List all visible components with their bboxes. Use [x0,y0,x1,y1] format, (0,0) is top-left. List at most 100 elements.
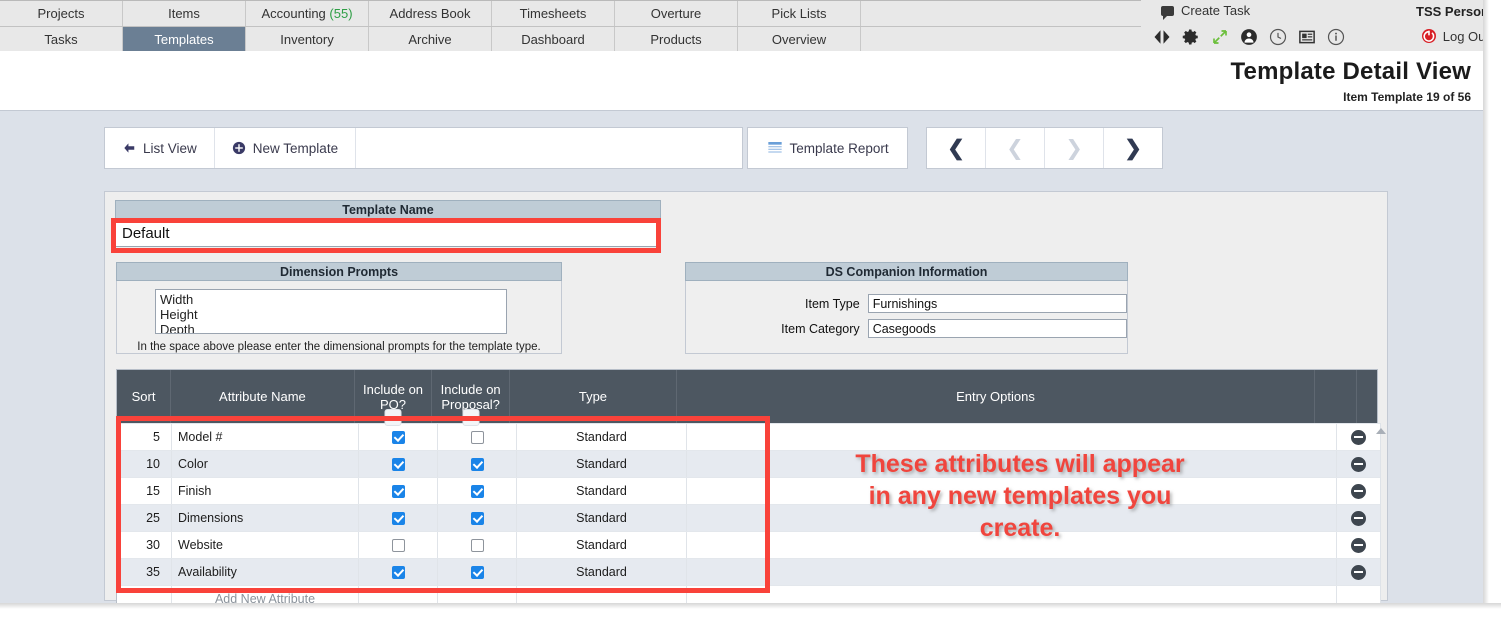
nav-tab-templates[interactable]: Templates [123,27,246,52]
attribute-grid: Sort Attribute Name Include on PO? Inclu… [116,369,1386,612]
delete-row-icon[interactable] [1351,510,1366,526]
include-on-proposal-checkbox[interactable] [470,538,484,552]
delete-row-icon[interactable] [1351,564,1366,580]
template-name-input[interactable] [115,219,661,247]
nav-tab-archive[interactable]: Archive [369,27,492,52]
attribute-include-on-proposal-cell [438,424,517,450]
attribute-name-value[interactable]: Model # [172,424,359,450]
nav-tab-address-book[interactable]: Address Book [369,1,492,26]
attribute-row[interactable]: 5 Model # Standard [117,423,1380,450]
attribute-row[interactable]: 30 Website Standard [117,531,1380,558]
nav-tab-pick-lists[interactable]: Pick Lists [738,1,861,26]
col-header-attribute-name[interactable]: Attribute Name [171,370,355,423]
attribute-row[interactable]: 15 Finish Standard [117,477,1380,504]
chevron-right-icon: ❯ [1124,136,1142,160]
nav-tab-items[interactable]: Items [123,1,246,26]
create-task-button[interactable]: Create Task [1161,3,1251,20]
attribute-delete-cell [1337,532,1380,558]
dimension-prompts-textarea[interactable]: Width Height Depth [155,289,507,334]
previous-record-button[interactable]: ❮ [986,128,1046,168]
nav-tab-label: Products [650,32,702,47]
attribute-include-on-po-cell [359,451,438,477]
nav-tab-overture[interactable]: Overture [615,1,738,26]
attribute-type-value[interactable]: Standard [517,505,687,531]
attribute-row[interactable]: 35 Availability Standard [117,558,1380,585]
log-out-button[interactable]: Log Out [1421,28,1489,44]
attribute-entry-options-value[interactable] [687,424,1337,450]
first-record-button[interactable]: ❮ [927,128,987,168]
col-header-entry-options[interactable]: Entry Options [677,370,1315,423]
delete-row-icon[interactable] [1351,429,1366,445]
include-on-po-select-all-checkbox[interactable] [384,409,402,426]
include-on-proposal-checkbox[interactable] [470,430,484,444]
delete-row-icon[interactable] [1351,456,1366,472]
gear-icon[interactable] [1182,28,1200,46]
attribute-row[interactable]: 10 Color Standard [117,450,1380,477]
nav-tab-tasks[interactable]: Tasks [0,27,123,52]
attribute-entry-options-value[interactable] [687,478,1337,504]
create-task-label: Create Task [1181,3,1251,18]
attribute-include-on-po-cell [359,478,438,504]
template-name-header: Template Name [115,200,661,219]
attribute-entry-options-value[interactable] [687,532,1337,558]
nav-tab-timesheets[interactable]: Timesheets [492,1,615,26]
grid-scrollbar[interactable] [1376,423,1386,611]
include-on-proposal-checkbox[interactable] [470,484,484,498]
include-on-po-checkbox[interactable] [391,430,405,444]
col-header-include-on-po[interactable]: Include on PO? [355,370,433,426]
include-on-po-checkbox[interactable] [391,484,405,498]
nav-tab-products[interactable]: Products [615,27,738,52]
attribute-type-value[interactable]: Standard [517,532,687,558]
attribute-entry-options-value[interactable] [687,505,1337,531]
next-record-button[interactable]: ❯ [1045,128,1105,168]
template-report-button[interactable]: Template Report [748,128,908,168]
delete-row-icon[interactable] [1351,537,1366,553]
prev-next-arrows-icon[interactable] [1153,28,1171,46]
expand-icon[interactable] [1211,28,1229,46]
attribute-entry-options-value[interactable] [687,451,1337,477]
col-header-include-on-proposal[interactable]: Include on Proposal? [432,370,510,426]
attribute-delete-cell [1337,478,1380,504]
item-category-input[interactable] [867,319,1127,338]
record-navigation-group: ❮ ❮ ❯ ❯ [926,127,1164,169]
info-icon[interactable] [1327,28,1345,46]
attribute-type-value[interactable]: Standard [517,424,687,450]
attribute-entry-options-value[interactable] [687,559,1337,585]
clock-icon[interactable] [1269,28,1287,46]
attribute-name-value[interactable]: Website [172,532,359,558]
attribute-name-value[interactable]: Dimensions [172,505,359,531]
include-on-proposal-select-all-checkbox[interactable] [462,409,480,426]
include-on-proposal-checkbox[interactable] [470,511,484,525]
delete-row-icon[interactable] [1351,483,1366,499]
include-on-po-checkbox[interactable] [391,538,405,552]
nav-tab-accounting[interactable]: Accounting (55) [246,1,369,26]
new-template-button[interactable]: New Template [214,128,357,168]
col-header-sort[interactable]: Sort [117,370,172,423]
last-record-button[interactable]: ❯ [1104,128,1163,168]
include-on-po-checkbox[interactable] [391,457,405,471]
attribute-sort-value: 25 [117,505,172,531]
attribute-name-value[interactable]: Availability [172,559,359,585]
nav-tab-inventory[interactable]: Inventory [246,27,369,52]
include-on-proposal-checkbox[interactable] [470,565,484,579]
user-icon[interactable] [1240,28,1258,46]
include-on-proposal-checkbox[interactable] [470,457,484,471]
attribute-type-value[interactable]: Standard [517,478,687,504]
attribute-type-value[interactable]: Standard [517,451,687,477]
attribute-type-value[interactable]: Standard [517,559,687,585]
attribute-name-value[interactable]: Color [172,451,359,477]
nav-tab-dashboard[interactable]: Dashboard [492,27,615,52]
col-header-type[interactable]: Type [510,370,677,423]
page-bottom-edge [0,603,1501,621]
include-on-po-checkbox[interactable] [391,511,405,525]
scroll-up-arrow-icon[interactable] [1376,428,1386,434]
nav-tab-overview[interactable]: Overview [738,27,861,52]
item-type-input[interactable] [867,294,1127,313]
news-icon[interactable] [1298,28,1316,46]
list-view-button[interactable]: List View [105,128,215,168]
nav-tab-projects[interactable]: Projects [0,1,123,26]
include-on-po-checkbox[interactable] [391,565,405,579]
attribute-name-value[interactable]: Finish [172,478,359,504]
attribute-include-on-po-cell [359,424,438,450]
attribute-row[interactable]: 25 Dimensions Standard [117,504,1380,531]
